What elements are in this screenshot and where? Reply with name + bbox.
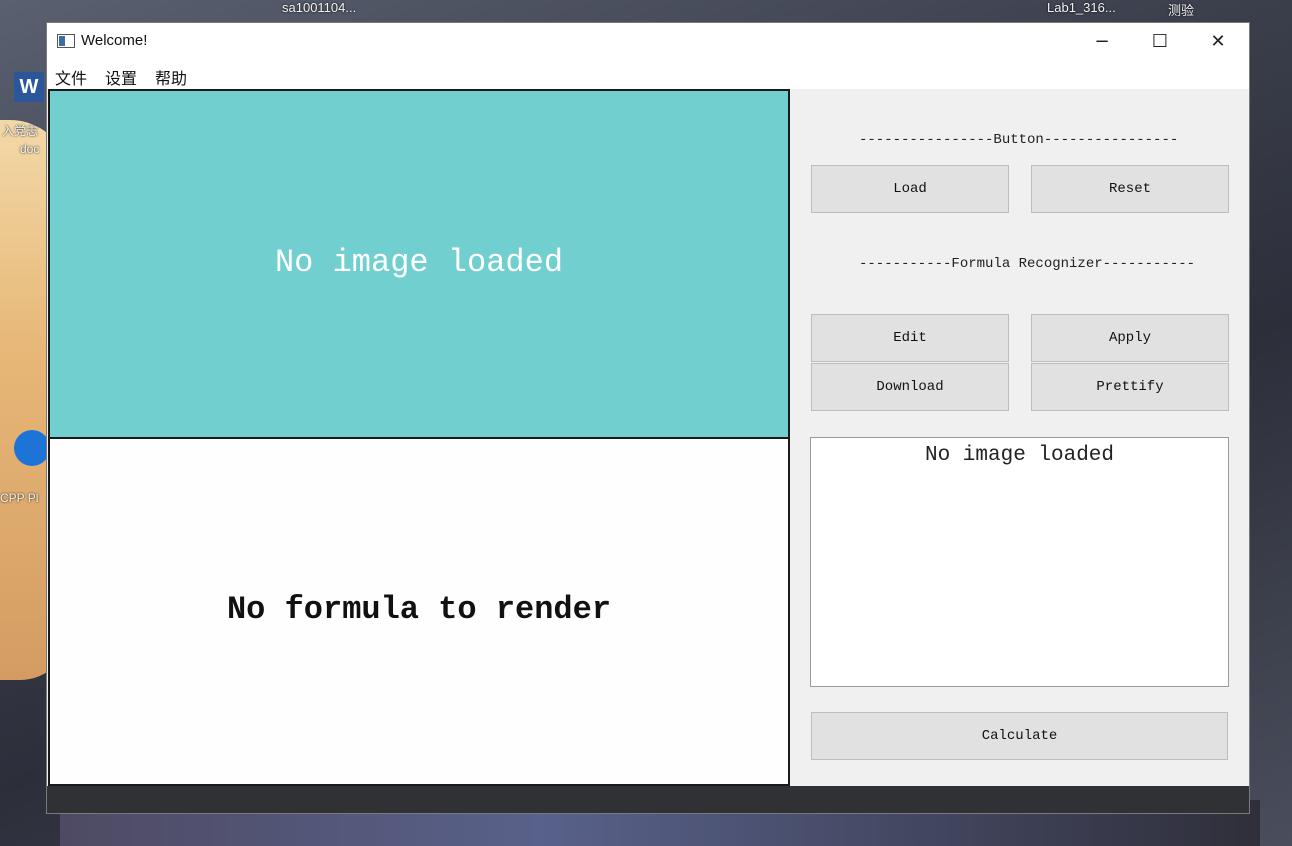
- maximize-button[interactable]: ☐: [1131, 23, 1189, 59]
- menu-settings[interactable]: 设置: [105, 65, 137, 89]
- desktop-icon-label[interactable]: doc: [20, 142, 39, 156]
- app-window: Welcome! − ☐ ✕ 文件 设置 帮助 No image loaded …: [47, 23, 1249, 813]
- formula-render-panel: No formula to render: [48, 437, 790, 786]
- desktop-icon-label[interactable]: Lab1_316...: [1047, 0, 1116, 15]
- apply-button[interactable]: Apply: [1031, 314, 1229, 362]
- download-button[interactable]: Download: [811, 363, 1009, 411]
- window-title: Welcome!: [81, 32, 148, 49]
- app-shortcut-icon[interactable]: [14, 430, 50, 466]
- formula-status-text: No formula to render: [226, 591, 612, 628]
- title-bar[interactable]: Welcome! − ☐ ✕: [47, 23, 1249, 59]
- close-button[interactable]: ✕: [1189, 23, 1247, 59]
- prettify-button[interactable]: Prettify: [1031, 363, 1229, 411]
- edit-button[interactable]: Edit: [811, 314, 1009, 362]
- recognizer-section-separator: -----------Formula Recognizer-----------: [859, 256, 1196, 272]
- image-display-panel: No image loaded: [48, 89, 790, 439]
- app-window-icon: [57, 34, 75, 48]
- status-bar: [47, 786, 1249, 813]
- calculate-button[interactable]: Calculate: [811, 712, 1228, 760]
- button-section-separator: ----------------Button----------------: [859, 132, 1179, 148]
- menu-help[interactable]: 帮助: [155, 65, 187, 89]
- menu-file[interactable]: 文件: [55, 65, 87, 89]
- desktop-icon-label[interactable]: sa1001104...: [282, 0, 356, 15]
- menu-bar: 文件 设置 帮助: [47, 59, 1249, 89]
- desktop-icon-label[interactable]: 测验: [1168, 0, 1194, 19]
- reset-button[interactable]: Reset: [1031, 165, 1229, 213]
- load-button[interactable]: Load: [811, 165, 1009, 213]
- desktop-icon-label[interactable]: 入党志: [2, 122, 38, 139]
- minimize-button[interactable]: −: [1073, 23, 1131, 59]
- image-status-text: No image loaded: [274, 243, 564, 281]
- formula-output-textbox[interactable]: No image loaded: [810, 437, 1229, 687]
- formula-output-text: No image loaded: [924, 444, 1115, 467]
- word-document-icon[interactable]: W: [14, 72, 44, 102]
- desktop-icon-label[interactable]: CPP Pl: [0, 491, 38, 505]
